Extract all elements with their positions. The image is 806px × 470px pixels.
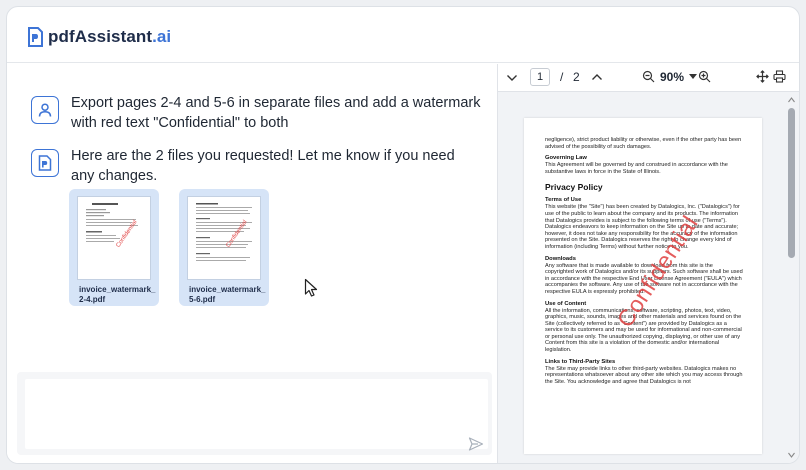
user-message: Export pages 2-4 and 5-6 in separate fil… [31,95,481,133]
doc-paragraph: negligence), strict product liability or… [545,137,742,150]
page-number-input[interactable] [530,68,550,86]
assistant-message: Here are the 2 files you requested! Let … [31,148,471,186]
move-icon[interactable] [756,70,769,83]
user-avatar [31,96,59,124]
doc-paragraph: This website (the "Site") has been creat… [545,204,740,250]
viewer-scrollbar[interactable] [786,94,797,463]
scroll-up-icon[interactable] [788,97,795,103]
caret-down-icon[interactable] [689,74,697,80]
user-icon [38,103,52,117]
document-icon [38,155,52,171]
pdf-page: negligence), strict product liability or… [524,118,762,454]
file-thumbnail-1[interactable]: Confidential invoice_watermark_ 2-4.pdf [69,189,159,306]
chevron-up-icon[interactable] [591,72,603,82]
svg-text:Confidential: Confidential [115,219,138,248]
chevron-down-icon[interactable] [506,73,518,83]
print-icon[interactable] [773,70,786,83]
file-name: invoice_watermark_ 2-4.pdf [79,285,156,304]
app-window: pdfAssistant .ai Export pages 2-4 and 5-6… [6,6,800,464]
assistant-message-text: Here are the 2 files you requested! Let … [71,148,455,184]
doc-heading: Downloads [545,255,576,262]
doc-heading: Terms of Use [545,197,582,204]
assistant-avatar [31,149,59,177]
pdf-logo-icon [28,27,43,47]
app-header: pdfAssistant .ai [7,7,799,63]
page-preview-lines: Confidential [86,203,139,249]
total-pages: 2 [573,70,580,84]
file-name: invoice_watermark_ 5-6.pdf [189,285,266,304]
file-preview: Confidential [187,196,261,280]
doc-paragraph: This Agreement will be governed by and c… [545,162,728,175]
send-icon[interactable] [468,436,484,452]
viewer-toolbar: / 2 90% [498,64,799,92]
zoom-out-icon[interactable] [642,70,655,83]
zoom-level[interactable]: 90% [660,70,684,84]
file-thumbnail-2[interactable]: Confidential invoice_watermark_ 5-6.pdf [179,189,269,306]
chat-panel: Export pages 2-4 and 5-6 in separate fil… [7,64,497,463]
file-preview: Confidential [77,196,151,280]
user-message-text: Export pages 2-4 and 5-6 in separate fil… [71,95,481,131]
pdf-page-content: negligence), strict product liability or… [545,137,743,385]
message-input[interactable] [25,379,488,449]
doc-paragraph: The Site may provide links to other thir… [545,365,743,385]
pdf-viewer: / 2 90% [497,64,799,463]
doc-heading: Governing Law [545,155,587,162]
brand-name: pdfAssistant [48,27,153,46]
doc-heading: Links to Third-Party Sites [545,358,616,365]
zoom-in-icon[interactable] [698,70,711,83]
page-preview-lines: Confidential [196,203,252,261]
page-separator: / [560,70,564,84]
brand-logo[interactable]: pdfAssistant .ai [27,27,171,47]
message-composer [17,372,492,455]
scroll-thumb[interactable] [788,108,795,258]
doc-title: Privacy Policy [545,182,603,193]
brand-tld: .ai [152,27,172,46]
scroll-down-icon[interactable] [788,452,795,458]
mouse-cursor-icon [304,278,318,297]
